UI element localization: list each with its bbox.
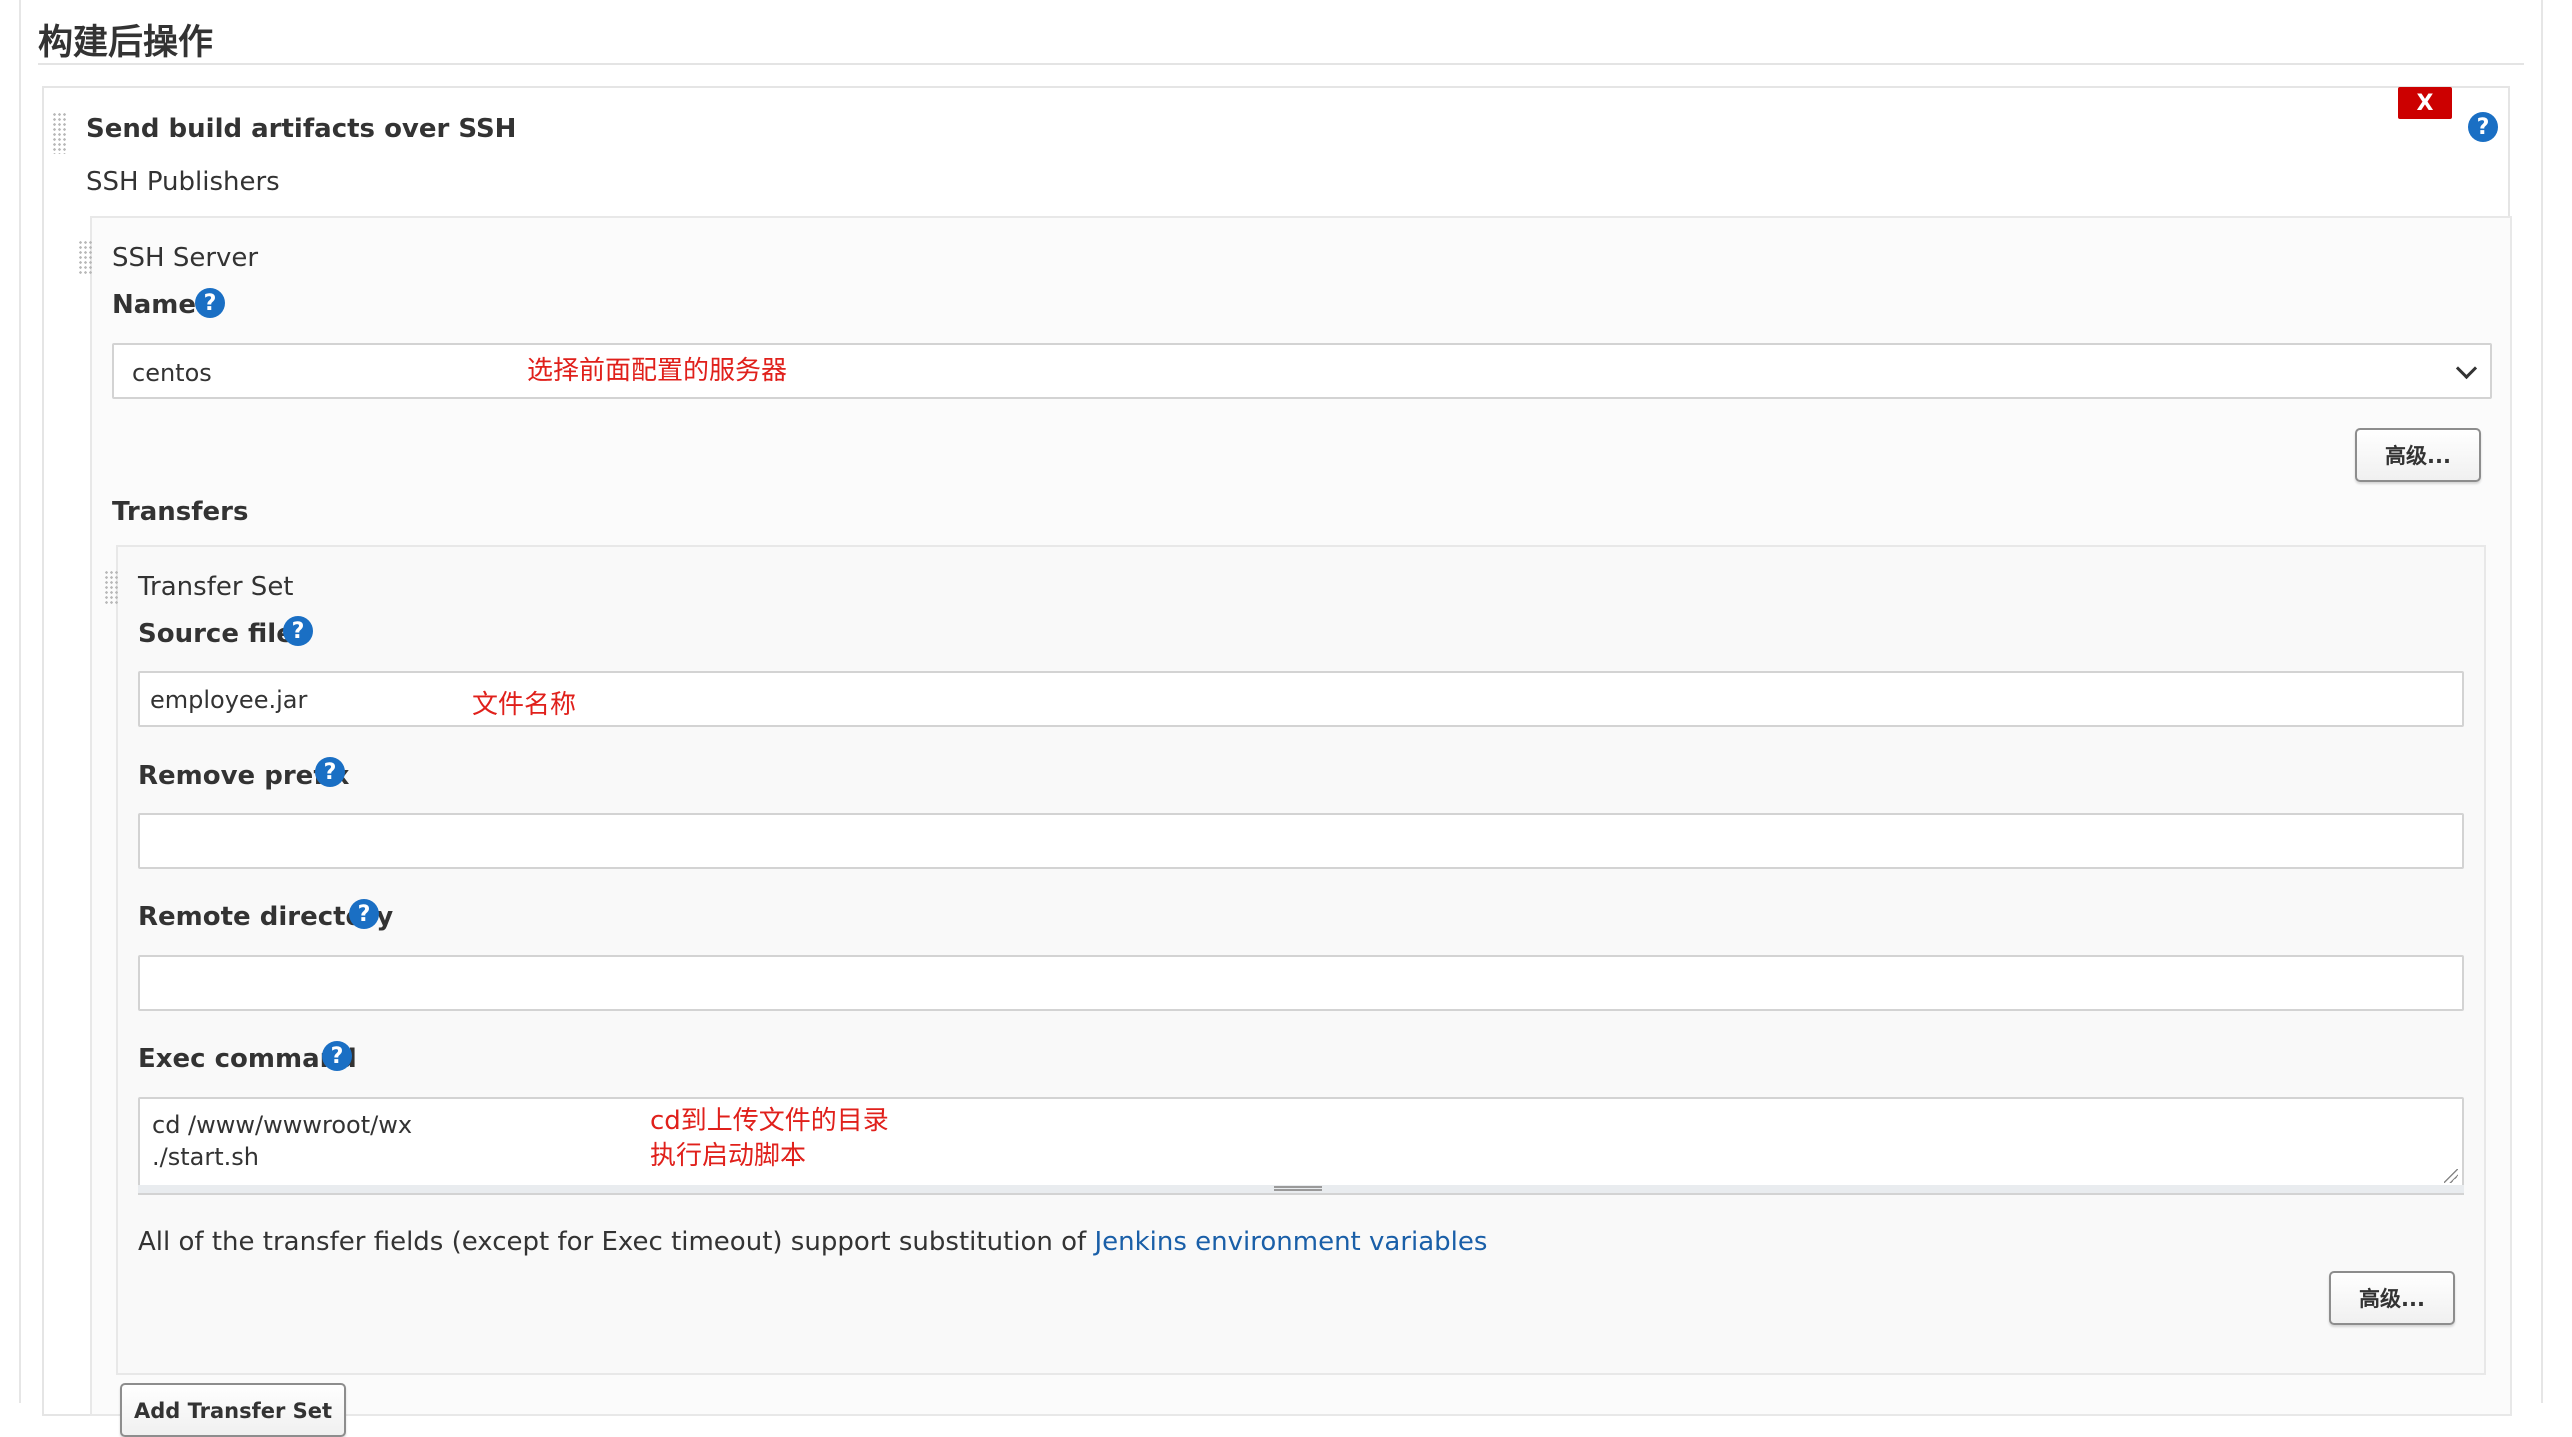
resize-grip-icon[interactable] — [2444, 1169, 2458, 1183]
chevron-down-icon — [2455, 357, 2478, 380]
name-label: Name — [112, 290, 197, 320]
help-icon[interactable]: ? — [315, 757, 345, 787]
help-icon[interactable]: ? — [2468, 112, 2498, 142]
transfers-label: Transfers — [112, 497, 249, 527]
textarea-resize-bar[interactable] — [138, 1185, 2464, 1195]
delete-button[interactable]: X — [2398, 87, 2452, 119]
exec-command-line: ./start.sh — [152, 1143, 259, 1171]
drag-handle[interactable] — [52, 112, 68, 154]
server-name-value: centos — [132, 359, 212, 387]
ssh-publishers-label: SSH Publishers — [86, 167, 280, 197]
exec-command-textarea[interactable]: cd /www/wwwroot/wx ./start.sh — [138, 1097, 2464, 1189]
exec-command-line: cd /www/wwwroot/wx — [152, 1111, 413, 1139]
help-icon[interactable]: ? — [283, 616, 313, 646]
advanced-button[interactable]: 高级... — [2355, 428, 2481, 482]
exec-command-annotation: cd到上传文件的目录 — [650, 1106, 889, 1136]
help-icon[interactable]: ? — [349, 899, 379, 929]
add-transfer-set-button[interactable]: Add Transfer Set — [120, 1383, 346, 1437]
server-name-select[interactable]: centos — [112, 343, 2492, 399]
ssh-server-heading: SSH Server — [112, 243, 259, 273]
resize-handle-icon — [1274, 1186, 1322, 1188]
source-files-value: employee.jar — [150, 686, 308, 714]
help-icon[interactable]: ? — [322, 1041, 352, 1071]
drag-handle[interactable] — [104, 570, 120, 606]
source-files-annotation: 文件名称 — [472, 690, 577, 720]
advanced-button[interactable]: 高级... — [2329, 1271, 2455, 1325]
exec-command-annotation: 执行启动脚本 — [650, 1141, 807, 1171]
jenkins-env-variables-link[interactable]: Jenkins environment variables — [1094, 1227, 1487, 1257]
remote-directory-input[interactable] — [138, 955, 2464, 1011]
section-divider — [38, 63, 2524, 65]
variables-info-text: All of the transfer fields (except for E… — [138, 1227, 1095, 1257]
section-title: 构建后操作 — [38, 23, 214, 63]
remove-prefix-input[interactable] — [138, 813, 2464, 869]
transfer-set-heading: Transfer Set — [138, 572, 294, 602]
publisher-title: Send build artifacts over SSH — [86, 114, 517, 144]
server-name-annotation: 选择前面配置的服务器 — [527, 356, 788, 386]
drag-handle[interactable] — [78, 240, 94, 276]
variables-info: All of the transfer fields (except for E… — [138, 1227, 1487, 1257]
help-icon[interactable]: ? — [195, 288, 225, 318]
